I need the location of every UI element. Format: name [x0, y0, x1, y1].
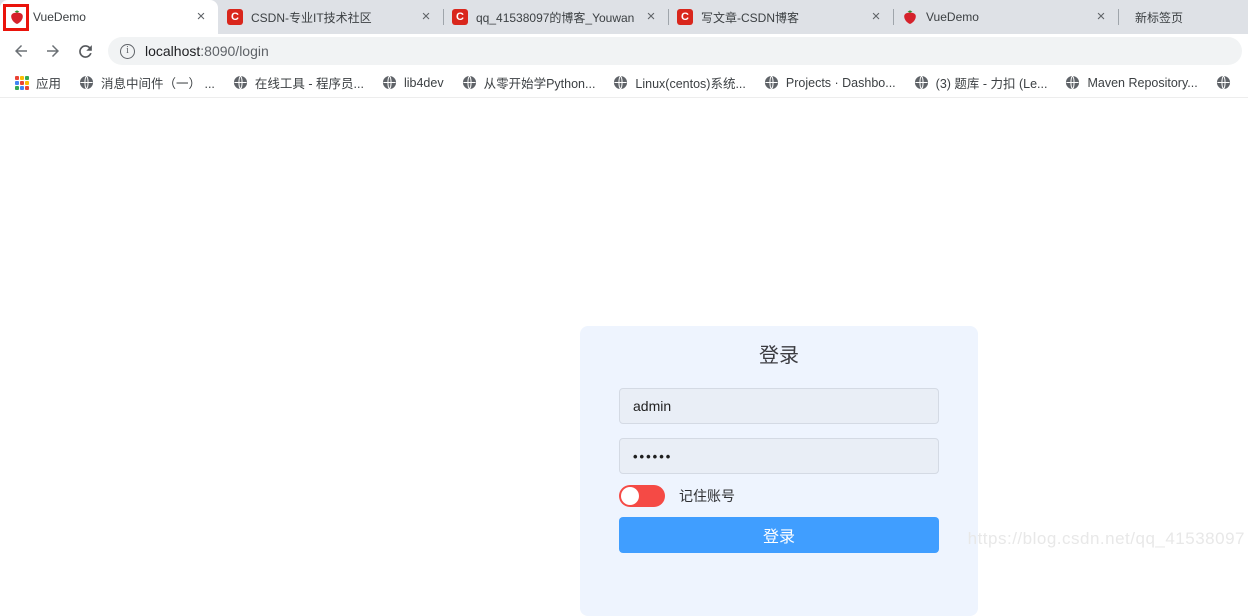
tab-new-tab[interactable]: 新标签页 — [1118, 0, 1248, 34]
close-tab-icon[interactable]: × — [418, 9, 434, 25]
remember-label: 记住账号 — [679, 488, 735, 504]
tab-vuedemo-active[interactable]: VueDemo × — [0, 0, 218, 34]
remember-row: 记住账号 — [619, 485, 939, 507]
login-card: 登录 记住账号 登录 — [580, 326, 978, 616]
apps-grid-icon — [15, 75, 29, 90]
close-tab-icon[interactable]: × — [643, 9, 659, 25]
bookmark-label: Projects · Dashbo... — [785, 75, 896, 90]
csdn-icon: C — [227, 9, 243, 25]
reload-button[interactable] — [72, 38, 98, 64]
bookmark-label: Linux(centos)系统... — [635, 77, 746, 91]
tab-title: VueDemo — [926, 10, 979, 24]
bookmark-item[interactable]: 消息中间件（一） ... — [70, 73, 224, 92]
bookmarks-bar: 应用 消息中间件（一） ... 在线工具 - 程序员... lib4dev 从零… — [0, 68, 1248, 98]
tab-title: qq_41538097的博客_Youwan — [476, 10, 635, 25]
bookmark-item[interactable]: Linux(centos)系统... — [604, 73, 754, 92]
username-input[interactable] — [619, 388, 939, 424]
tab-title: CSDN-专业IT技术社区 — [251, 10, 372, 25]
bookmark-label: lib4dev — [403, 75, 444, 90]
bookmark-item[interactable]: lib4dev — [373, 75, 453, 90]
password-input[interactable] — [619, 438, 939, 474]
bookmark-label: 消息中间件（一） ... — [101, 77, 215, 91]
close-tab-icon[interactable]: × — [1093, 9, 1109, 25]
back-button[interactable] — [8, 38, 34, 64]
url-path: :8090/login — [200, 43, 269, 59]
url-host: localhost — [145, 43, 201, 59]
globe-icon — [1216, 75, 1231, 90]
globe-icon — [914, 75, 929, 90]
apps-label: 应用 — [36, 77, 62, 91]
bookmark-label: (3) 题库 - 力扣 (Le... — [935, 77, 1048, 91]
bookmark-item[interactable]: (3) 题库 - 力扣 (Le... — [905, 73, 1057, 92]
address-bar[interactable]: i localhost:8090/login — [108, 37, 1242, 65]
close-tab-icon[interactable]: × — [193, 9, 209, 25]
tab-csdn-community[interactable]: C CSDN-专业IT技术社区 × — [218, 0, 443, 34]
tab-title: 写文章-CSDN博客 — [701, 10, 799, 25]
url-text[interactable]: localhost:8090/login — [145, 43, 269, 59]
tab-title: VueDemo — [33, 10, 86, 24]
bookmark-label: 在线工具 - 程序员... — [254, 77, 364, 91]
login-page: 登录 记住账号 登录 https://blog.csdn.net/qq_4153… — [0, 98, 1248, 616]
globe-icon — [462, 75, 477, 90]
page-info-icon[interactable]: i — [120, 43, 135, 59]
globe-icon — [1065, 75, 1080, 90]
tab-vuedemo-2[interactable]: VueDemo × — [893, 0, 1118, 34]
apps-shortcut[interactable]: 应用 — [6, 73, 70, 92]
login-button[interactable]: 登录 — [619, 517, 939, 553]
strawberry-favicon-icon — [902, 9, 918, 25]
forward-button[interactable] — [40, 38, 66, 64]
globe-icon — [382, 75, 397, 90]
login-title: 登录 — [759, 345, 799, 367]
globe-icon — [233, 75, 248, 90]
bookmark-item[interactable]: 从零开始学Python... — [453, 73, 605, 92]
bookmark-label: 从零开始学Python... — [483, 77, 596, 91]
annotation-box — [3, 4, 29, 31]
csdn-icon: C — [452, 9, 468, 25]
toggle-knob-icon — [621, 487, 639, 505]
bookmark-item[interactable]: Maven Repository... — [1056, 75, 1206, 90]
bookmark-item[interactable]: 在线工具 - 程序员... — [224, 73, 373, 92]
globe-icon — [613, 75, 628, 90]
globe-icon — [79, 75, 94, 90]
tab-qq-blog[interactable]: C qq_41538097的博客_Youwan × — [443, 0, 668, 34]
globe-icon — [764, 75, 779, 90]
browser-toolbar: i localhost:8090/login — [0, 34, 1248, 68]
csdn-icon: C — [677, 9, 693, 25]
bookmark-item[interactable]: Projects · Dashbo... — [755, 75, 905, 90]
remember-toggle[interactable] — [619, 485, 665, 507]
tab-strip: VueDemo × C CSDN-专业IT技术社区 × C qq_4153809… — [0, 0, 1248, 34]
bookmark-label: Maven Repository... — [1087, 75, 1198, 90]
close-tab-icon[interactable]: × — [868, 9, 884, 25]
tab-write-article[interactable]: C 写文章-CSDN博客 × — [668, 0, 893, 34]
bookmark-item[interactable] — [1207, 75, 1247, 90]
strawberry-favicon-icon — [3, 4, 29, 31]
tab-title: 新标签页 — [1135, 10, 1184, 25]
watermark-text: https://blog.csdn.net/qq_41538097 — [967, 529, 1245, 548]
